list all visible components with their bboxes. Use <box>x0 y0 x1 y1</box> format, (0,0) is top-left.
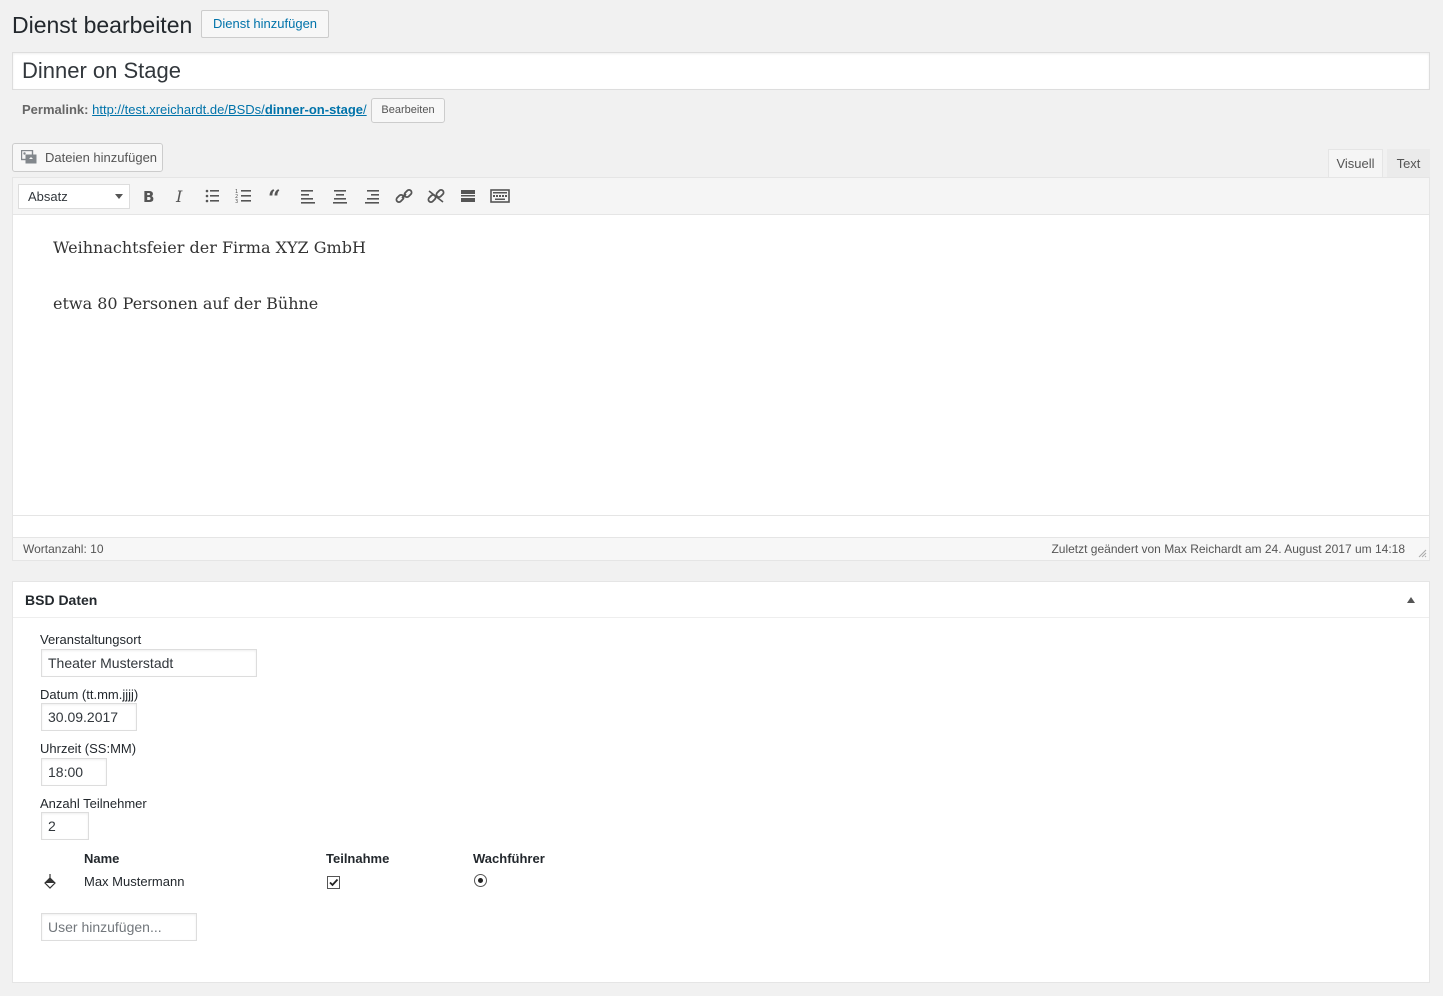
svg-text:3: 3 <box>235 199 238 204</box>
editor-content[interactable]: Weihnachtsfeier der Firma XYZ GmbH etwa … <box>13 215 1429 515</box>
align-left-button[interactable] <box>294 184 322 209</box>
editor-status-bar: Wortanzahl: 10 Zuletzt geändert von Max … <box>13 537 1429 560</box>
insert-link-button[interactable] <box>390 184 418 209</box>
time-label: Uhrzeit (SS:MM) <box>40 741 137 756</box>
italic-icon: I <box>175 187 183 206</box>
unlink-icon <box>427 189 445 203</box>
post-title-input[interactable]: Dinner on Stage <box>12 52 1430 90</box>
blockquote-button[interactable]: “ <box>262 184 290 212</box>
blockquote-icon: “ <box>268 186 281 212</box>
content-paragraph: Weihnachtsfeier der Firma XYZ GmbH <box>53 238 366 257</box>
resize-handle-icon[interactable] <box>1417 548 1427 558</box>
time-input[interactable]: 18:00 <box>41 758 107 786</box>
participant-count-input[interactable]: 2 <box>41 812 89 840</box>
format-select[interactable]: Absatz <box>18 184 130 209</box>
permalink-link[interactable]: http://test.xreichardt.de/BSDs/dinner-on… <box>92 102 367 117</box>
numbered-list-button[interactable]: 1 2 3 <box>230 184 258 209</box>
read-more-icon <box>461 190 475 202</box>
checkmark-icon <box>329 878 339 887</box>
venue-label: Veranstaltungsort <box>40 632 142 647</box>
permalink-row: Permalink: http://test.xreichardt.de/BSD… <box>22 100 367 120</box>
format-select-value: Absatz <box>28 189 68 204</box>
align-left-icon <box>301 190 315 204</box>
add-media-icon <box>21 150 37 164</box>
add-media-label: Dateien hinzufügen <box>45 150 158 165</box>
align-right-icon <box>365 190 379 204</box>
participant-count-label: Anzahl Teilnehmer <box>40 796 147 811</box>
remove-link-button[interactable] <box>422 184 450 209</box>
venue-input[interactable]: Theater Musterstadt <box>41 649 257 677</box>
drag-handle-icon[interactable] <box>44 874 56 890</box>
bsd-data-metabox <box>12 581 1430 983</box>
metabox-header[interactable]: BSD Daten <box>13 582 1429 618</box>
keyboard-icon <box>490 189 510 203</box>
metabox-title: BSD Daten <box>25 592 98 608</box>
edit-slug-button[interactable]: Bearbeiten <box>371 98 445 123</box>
participant-name: Max Mustermann <box>84 874 185 889</box>
svg-text:I: I <box>175 188 183 204</box>
align-center-button[interactable] <box>326 184 354 209</box>
add-user-input[interactable]: User hinzufügen... <box>41 913 197 941</box>
add-media-button[interactable]: Dateien hinzufügen <box>12 143 163 172</box>
align-right-button[interactable] <box>358 184 386 209</box>
editor-divider <box>13 515 1429 516</box>
leader-radio[interactable] <box>474 874 487 887</box>
column-header-participation: Teilnahme <box>326 851 390 866</box>
column-header-name: Name <box>84 851 120 866</box>
numbered-list-icon: 1 2 3 <box>235 189 251 205</box>
permalink-label: Permalink: <box>22 102 89 117</box>
tab-visual[interactable]: Visuell <box>1328 149 1383 178</box>
participation-checkbox[interactable] <box>327 876 340 889</box>
toolbar-toggle-button[interactable] <box>486 184 514 209</box>
link-icon <box>395 189 413 203</box>
svg-text:B: B <box>143 188 154 204</box>
align-center-icon <box>333 190 347 204</box>
page-title: Dienst bearbeiten <box>12 12 193 38</box>
bullet-list-icon <box>205 189 219 203</box>
date-input[interactable]: 30.09.2017 <box>41 703 137 731</box>
tab-text[interactable]: Text <box>1387 149 1430 178</box>
collapse-arrow-icon[interactable] <box>1407 597 1415 603</box>
svg-text:“: “ <box>268 188 281 204</box>
read-more-button[interactable] <box>454 184 482 209</box>
column-header-leader: Wachführer <box>473 851 545 866</box>
last-edit-info: Zuletzt geändert von Max Reichardt am 24… <box>1051 542 1405 556</box>
bold-icon: B <box>143 188 154 206</box>
add-new-service-button[interactable]: Dienst hinzufügen <box>201 10 329 38</box>
bullet-list-button[interactable] <box>198 184 226 209</box>
italic-button[interactable]: I <box>166 184 194 209</box>
content-paragraph: etwa 80 Personen auf der Bühne <box>53 294 319 313</box>
bold-button[interactable]: B <box>134 184 162 209</box>
word-count: Wortanzahl: 10 <box>23 542 104 556</box>
date-label: Datum (tt.mm.jjjj) <box>40 687 139 702</box>
chevron-down-icon <box>115 194 123 199</box>
